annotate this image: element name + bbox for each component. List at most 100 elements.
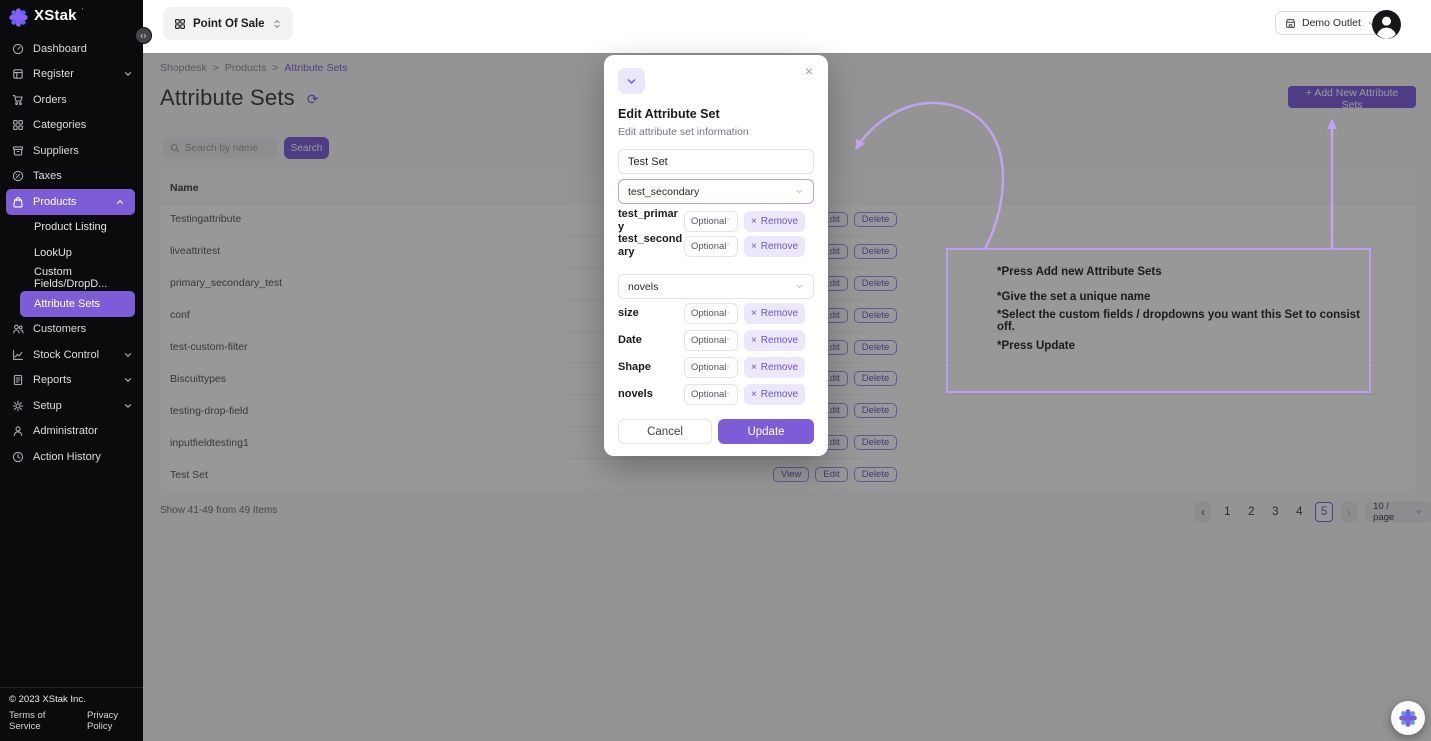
optional-select[interactable]: Optional [684,330,738,351]
sidebar-item-label: Suppliers [33,145,79,157]
sidebar-item-label: Orders [33,94,67,106]
annotation-line: *Give the set a unique name [997,285,1363,310]
sidebar-item-products[interactable]: Products [6,189,135,215]
remove-label: Remove [761,216,798,227]
sidebar-subitem-product-listing[interactable]: Product Listing [0,215,143,241]
cart-icon [12,94,24,106]
outlet-selector[interactable]: Demo Outlet [1275,11,1386,35]
modal-title: Edit Attribute Set [618,107,720,121]
chevron-down-icon [123,401,133,411]
sidebar-footer: © 2023 XStak Inc. Terms of Service Priva… [0,687,143,741]
sidebar-item-dashboard[interactable]: Dashboard [0,36,143,62]
remove-label: Remove [761,362,798,373]
sidebar-item-reports[interactable]: Reports [0,368,143,394]
cancel-button[interactable]: Cancel [618,419,712,444]
remove-attribute-button[interactable]: ×Remove [744,303,805,324]
clock-icon [12,451,24,463]
optional-value: Optional [691,241,726,252]
sidebar-item-suppliers[interactable]: Suppliers [0,138,143,164]
terms-of-service-link[interactable]: Terms of Service [9,710,76,732]
gear-icon [12,400,24,412]
sidebar-item-label: Action History [33,451,101,463]
document-icon [12,374,24,386]
remove-attribute-button[interactable]: ×Remove [744,236,805,257]
optional-select[interactable]: Optional [684,236,738,257]
sidebar-item-categories[interactable]: Categories [0,113,143,139]
store-icon [1285,18,1296,29]
optional-select[interactable]: Optional [684,384,738,405]
sidebar-item-label: Register [33,68,74,80]
user-icon [12,425,24,437]
sidebar-item-register[interactable]: Register [0,62,143,88]
add-attribute-select[interactable]: novels [618,274,814,299]
attribute-row-test-secondary: test_secondary Optional ×Remove [618,233,814,259]
attribute-name: novels [618,388,684,401]
register-icon [12,68,24,80]
app-window: XStak ’ Dashboard Register Orders Catego… [0,0,1431,741]
chevron-down-icon [726,391,731,399]
user-avatar[interactable] [1371,9,1402,40]
optional-select[interactable]: Optional [684,357,738,378]
brand-logo: XStak ’ [0,0,143,28]
attribute-set-name-input[interactable] [618,149,814,174]
sidebar-item-label: Customers [33,323,86,335]
sidebar-item-stock-control[interactable]: Stock Control [0,342,143,368]
close-icon[interactable]: × [799,63,819,79]
tax-percent-icon [12,170,24,182]
chevron-down-icon [726,217,731,225]
archive-icon [12,145,24,157]
field-select[interactable]: test_secondary [618,179,814,204]
sidebar-subitem-label: Custom Fields/DropD... [34,266,143,290]
trademark-mark: ’ [82,8,84,16]
sidebar-collapse-toggle[interactable]: ‹› [135,27,152,44]
attribute-name: test_secondary [618,233,684,259]
sidebar-item-taxes[interactable]: Taxes [0,164,143,190]
optional-value: Optional [691,308,726,319]
sidebar-item-action-history[interactable]: Action History [0,444,143,470]
modal-chevron-button[interactable] [618,68,645,94]
sidebar-item-label: Stock Control [33,349,99,361]
optional-select[interactable]: Optional [684,211,738,232]
sidebar-item-label: Categories [33,119,86,131]
field-select-value: test_secondary [628,186,699,198]
sidebar-subitem-label: LookUp [34,247,72,259]
optional-select[interactable]: Optional [684,303,738,324]
chevron-down-icon [726,310,731,318]
attribute-name: test_primary [618,208,684,234]
attribute-name: Date [618,334,684,347]
update-button[interactable]: Update [718,419,814,444]
sidebar-item-setup[interactable]: Setup [0,393,143,419]
attribute-row-shape: Shape Optional ×Remove [618,357,814,378]
sidebar-subitem-label: Product Listing [34,221,107,233]
bag-icon [12,196,24,208]
help-widget-button[interactable] [1391,701,1425,735]
sidebar: XStak ’ Dashboard Register Orders Catego… [0,0,143,741]
app-tab-point-of-sale[interactable]: Point Of Sale [163,7,293,40]
sidebar-item-orders[interactable]: Orders [0,87,143,113]
sidebar-subitem-lookup[interactable]: LookUp [0,240,143,266]
remove-attribute-button[interactable]: ×Remove [744,330,805,351]
remove-attribute-button[interactable]: ×Remove [744,384,805,405]
sidebar-subitem-label: Attribute Sets [34,298,100,310]
remove-attribute-button[interactable]: ×Remove [744,211,805,232]
sidebar-item-administrator[interactable]: Administrator [0,419,143,445]
remove-attribute-button[interactable]: ×Remove [744,357,805,378]
dashboard-icon [12,43,24,55]
sidebar-subitem-attribute-sets[interactable]: Attribute Sets [20,291,135,317]
topbar: Point Of Sale Demo Outlet [143,0,1431,54]
sidebar-item-label: Reports [33,374,72,386]
grid-icon [174,18,186,30]
privacy-policy-link[interactable]: Privacy Policy [87,710,143,732]
sidebar-item-customers[interactable]: Customers [0,317,143,343]
app-tab-label: Point Of Sale [193,18,265,30]
annotation-box: *Press Add new Attribute Sets *Give the … [946,248,1371,393]
sidebar-item-label: Products [33,196,76,208]
remove-label: Remove [761,241,798,252]
collapse-icon: ‹› [140,31,146,40]
categories-grid-icon [12,119,24,131]
chevron-down-icon [626,76,637,87]
annotation-line: *Select the custom fields / dropdowns yo… [997,309,1363,334]
sidebar-subitem-custom-fields[interactable]: Custom Fields/DropD... [0,266,143,292]
annotation-line: *Press Update [997,334,1363,359]
add-select-value: novels [628,281,658,293]
